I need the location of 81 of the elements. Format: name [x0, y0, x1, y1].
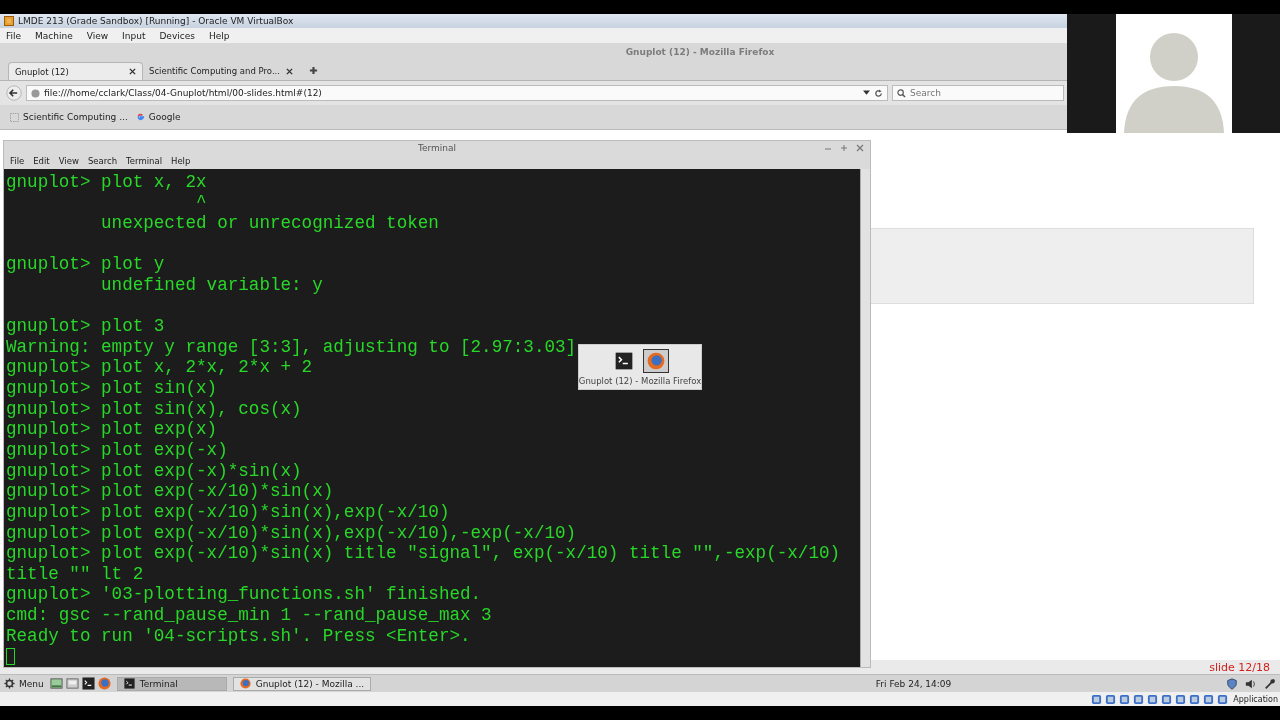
device-icon[interactable] [1175, 693, 1187, 705]
gear-icon [4, 678, 15, 689]
terminal-line: gnuplot> plot exp(-x) [6, 439, 228, 460]
shield-icon[interactable] [1226, 677, 1238, 690]
terminal-line: gnuplot> plot exp(-x)*sin(x) [6, 460, 302, 481]
device-icon[interactable] [1105, 693, 1117, 705]
browser-tab[interactable]: Scientific Computing and Pro... [143, 62, 299, 80]
globe-icon [31, 88, 40, 98]
window-title: Terminal [418, 142, 456, 153]
slide-counter: slide 12/18 [1209, 660, 1270, 674]
search-icon [897, 88, 906, 98]
terminal-icon[interactable] [81, 677, 95, 690]
terminal-line: gnuplot> plot sin(x) [6, 378, 218, 399]
device-icon[interactable] [1217, 693, 1229, 705]
terminal-line: cmd: gsc --rand_pause_min 1 --rand_pause_max 3 [6, 605, 492, 626]
bookmark[interactable]: Google [135, 112, 181, 122]
menu-item[interactable]: File [10, 156, 25, 167]
terminal-line: gnuplot> plot exp(-x/10)*sin(x) title "signal", exp(-x/10) title "",-exp(-x/10) [6, 543, 841, 564]
dropdown-icon[interactable] [863, 90, 870, 96]
device-icon[interactable] [1161, 693, 1173, 705]
terminal-line: Warning: empty y range [3:3], adjusting to [2.97:3.03] [6, 336, 577, 357]
window-title: Gnuplot (12) - Mozilla Firefox [625, 46, 775, 57]
menu-item[interactable]: File [6, 30, 22, 41]
volume-icon[interactable] [1245, 677, 1257, 690]
close-icon[interactable] [129, 68, 136, 75]
search-field[interactable]: Search [892, 85, 1064, 101]
terminal-line: gnuplot> plot 3 [6, 316, 165, 337]
terminal-line: undefined variable: y [100, 274, 323, 295]
menu-button[interactable]: Menu [4, 678, 47, 689]
maximize-icon[interactable] [840, 143, 848, 152]
terminal-line: title "" lt 2 [6, 563, 144, 584]
terminal-line: gnuplot> plot exp(x) [6, 419, 218, 440]
terminal-line: gnuplot> plot y [6, 254, 165, 275]
host-key-label: Application [1233, 694, 1278, 704]
address-bar[interactable]: file:///home/cclark/Class/04-Gnuplot/html/00-slides.html#(12) [26, 85, 888, 101]
menu-item[interactable]: Devices [159, 30, 195, 41]
terminal-line: gnuplot> plot sin(x), cos(x) [6, 398, 302, 419]
terminal-line: Ready to run '04-scripts.sh'. Press <Enter>. [6, 625, 471, 646]
cursor [6, 648, 15, 666]
device-icon[interactable] [1147, 693, 1159, 705]
device-icon[interactable] [1119, 693, 1131, 705]
desktop-icon[interactable] [49, 677, 63, 690]
device-icon[interactable] [1203, 693, 1215, 705]
back-icon[interactable] [6, 85, 22, 101]
terminal-line: gnuplot> plot x, 2x [6, 171, 207, 192]
taskbar-button[interactable]: Terminal [116, 676, 227, 691]
device-icon[interactable] [1091, 693, 1103, 705]
browser-tab[interactable]: Gnuplot (12) [8, 62, 143, 80]
new-tab-icon[interactable] [309, 66, 318, 75]
menu-item[interactable]: Help [171, 156, 191, 167]
switcher-item[interactable] [643, 348, 669, 373]
taskbar-button[interactable]: Gnuplot (12) - Mozilla ... [232, 676, 372, 691]
reload-icon[interactable] [874, 88, 883, 98]
terminal-line: gnuplot> plot exp(-x/10)*sin(x),exp(-x/10),-exp(-x/10) [6, 522, 577, 543]
menu-item[interactable]: Search [87, 156, 118, 167]
terminal-icon [123, 678, 135, 689]
scrollbar[interactable] [860, 168, 870, 667]
terminal-line: gnuplot> plot exp(-x/10)*sin(x),exp(-x/10) [6, 501, 450, 522]
terminal-line: gnuplot> plot x, 2*x, 2*x + 2 [6, 357, 313, 378]
close-icon[interactable] [286, 67, 293, 75]
menu-item[interactable]: Edit [33, 156, 50, 167]
google-icon [135, 112, 145, 122]
terminal-line: ^ [195, 192, 207, 213]
device-icon[interactable] [1189, 693, 1201, 705]
menu-item[interactable]: Terminal [126, 156, 162, 167]
menu-item[interactable]: Input [122, 30, 146, 41]
menu-item[interactable]: Help [208, 30, 230, 41]
menu-item[interactable]: View [86, 30, 109, 41]
terminal-line: gnuplot> '03-plotting_functions.sh' finished. [6, 584, 482, 605]
menu-item[interactable]: Machine [35, 30, 73, 41]
device-icon[interactable] [1133, 693, 1145, 705]
clock: Fri Feb 24, 14:09 [875, 678, 952, 689]
firefox-icon [239, 678, 251, 689]
bookmark[interactable]: Scientific Computing ... [10, 112, 128, 122]
page-icon [10, 112, 19, 122]
menu-item[interactable]: View [58, 156, 79, 167]
switcher-label: Gnuplot (12) - Mozilla Firefox [578, 375, 702, 386]
box-icon [4, 16, 14, 26]
window-title: LMDE 213 (Grade Sandbox) [Running] - Oracle VM VirtualBox [18, 16, 294, 26]
terminal-line: unexpected or unrecognized token [100, 212, 439, 233]
terminal-line: gnuplot> plot exp(-x/10)*sin(x) [6, 481, 334, 502]
